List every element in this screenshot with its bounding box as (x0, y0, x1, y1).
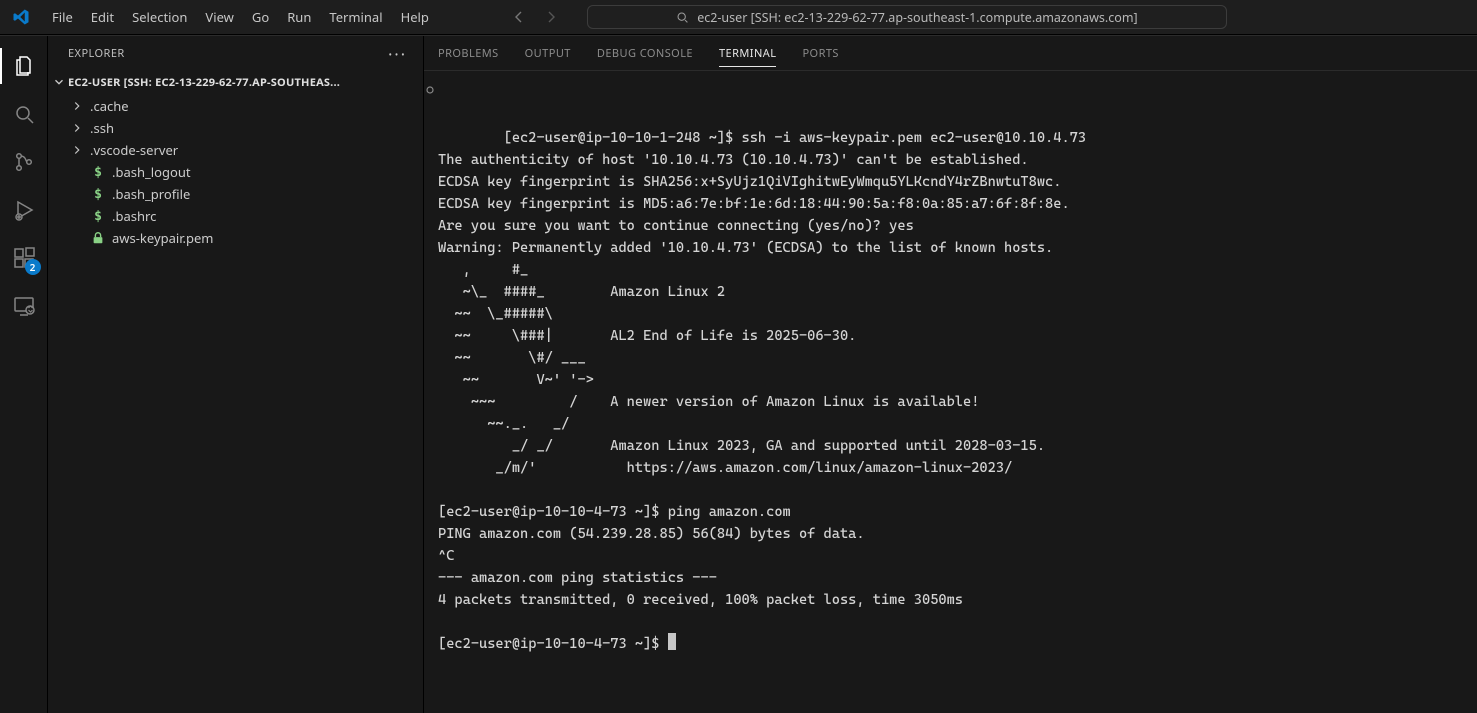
menu-view[interactable]: View (197, 4, 241, 30)
sidebar-title: EXPLORER (68, 46, 125, 61)
shell-file-icon: $ (90, 187, 106, 202)
command-center-label: ec2-user [SSH: ec2-13-229-62-77.ap-south… (697, 9, 1137, 26)
tree-item[interactable]: $ .bash_profile (48, 183, 423, 205)
menu-edit[interactable]: Edit (83, 4, 122, 30)
panel-tabs: PROBLEMS OUTPUT DEBUG CONSOLE TERMINAL P… (424, 36, 1477, 71)
terminal-dot-icon (426, 86, 434, 94)
tree-item[interactable]: $ .bash_logout (48, 161, 423, 183)
tree-item[interactable]: .vscode-server (48, 139, 423, 161)
title-bar: FileEditSelectionViewGoRunTerminalHelp e… (0, 0, 1477, 35)
command-center[interactable]: ec2-user [SSH: ec2-13-229-62-77.ap-south… (587, 5, 1227, 29)
menu-run[interactable]: Run (279, 4, 319, 30)
menu-help[interactable]: Help (393, 4, 437, 30)
activity-bar: 2 (0, 36, 48, 713)
lock-icon (90, 231, 106, 245)
extensions-badge: 2 (25, 259, 41, 275)
tree-item[interactable]: .cache (48, 95, 423, 117)
activity-source-control[interactable] (0, 138, 48, 186)
tree-item-label: aws-keypair.pem (112, 229, 213, 247)
folder-section-header[interactable]: EC2-USER [SSH: EC2-13-229-62-77.AP-SOUTH… (48, 71, 423, 93)
chevron-right-icon (70, 121, 84, 135)
tab-ports[interactable]: PORTS (802, 40, 838, 67)
tree-item-label: .bash_logout (112, 163, 191, 181)
sidebar-more-icon[interactable]: ··· (388, 43, 407, 65)
tab-problems[interactable]: PROBLEMS (438, 40, 499, 67)
sidebar-title-row: EXPLORER ··· (48, 36, 423, 71)
shell-file-icon: $ (90, 165, 106, 180)
activity-run-debug[interactable] (0, 186, 48, 234)
menu-terminal[interactable]: Terminal (321, 4, 390, 30)
chevron-right-icon (70, 143, 84, 157)
nav-arrows (511, 9, 559, 25)
menu-selection[interactable]: Selection (124, 4, 195, 30)
editor-area: PROBLEMS OUTPUT DEBUG CONSOLE TERMINAL P… (424, 36, 1477, 713)
tree-item[interactable]: aws-keypair.pem (48, 227, 423, 249)
tree-item-label: .bashrc (112, 207, 156, 225)
vscode-logo-icon (12, 8, 30, 26)
terminal-cursor (668, 633, 676, 650)
tree-item[interactable]: $ .bashrc (48, 205, 423, 227)
tree-item-label: .vscode-server (90, 141, 178, 159)
terminal-view[interactable]: [ec2-user@ip-10-10-1-248 ~]$ ssh -i aws-… (424, 71, 1477, 713)
tab-terminal[interactable]: TERMINAL (719, 40, 776, 67)
activity-explorer[interactable] (0, 42, 48, 90)
menu-go[interactable]: Go (244, 4, 277, 30)
menu-bar: FileEditSelectionViewGoRunTerminalHelp (44, 4, 437, 30)
chevron-right-icon (70, 99, 84, 113)
menu-file[interactable]: File (44, 4, 81, 30)
activity-search[interactable] (0, 90, 48, 138)
tree-item-label: .ssh (90, 119, 114, 137)
nav-forward-icon[interactable] (543, 9, 559, 25)
tab-debug-console[interactable]: DEBUG CONSOLE (597, 40, 693, 67)
explorer-sidebar: EXPLORER ··· EC2-USER [SSH: EC2-13-229-6… (48, 36, 424, 713)
terminal-text: [ec2-user@ip-10-10-1-248 ~]$ ssh -i aws-… (438, 130, 1086, 652)
tree-item-label: .cache (90, 97, 129, 115)
tree-item[interactable]: .ssh (48, 117, 423, 139)
folder-section-label: EC2-USER [SSH: EC2-13-229-62-77.AP-SOUTH… (68, 75, 340, 90)
activity-extensions[interactable]: 2 (0, 234, 48, 282)
file-tree: .cache .ssh .vscode-server $ .bash_logout $ .b… (48, 93, 423, 249)
activity-remote-explorer[interactable] (0, 282, 48, 330)
shell-file-icon: $ (90, 209, 106, 224)
nav-back-icon[interactable] (511, 9, 527, 25)
tab-output[interactable]: OUTPUT (525, 40, 571, 67)
tree-item-label: .bash_profile (112, 185, 190, 203)
